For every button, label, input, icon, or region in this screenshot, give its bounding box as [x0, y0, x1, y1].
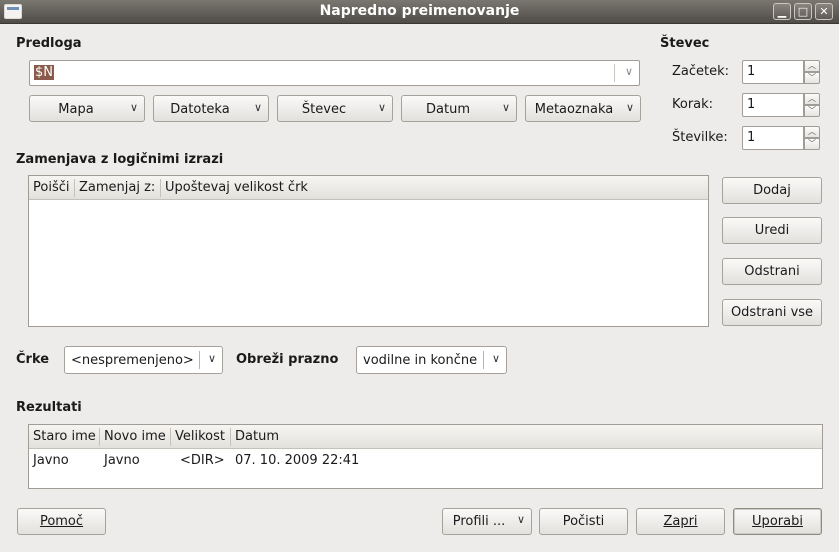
template-input[interactable]: $N: [34, 65, 54, 80]
increment-icon[interactable]: ︿: [804, 93, 820, 105]
remove-button-label: Odstrani: [744, 264, 800, 279]
chevron-down-icon: ∨: [377, 101, 386, 114]
date-button[interactable]: Datum ∨: [401, 95, 517, 122]
decrement-icon[interactable]: ﹀: [804, 105, 820, 117]
file-button[interactable]: Datoteka ∨: [153, 95, 269, 122]
metatag-button-label: Metaoznaka: [534, 102, 614, 117]
select-separator: [199, 351, 200, 369]
regex-heading: Zamenjava z logičnimi izrazi: [16, 152, 224, 167]
old-name-cell: Javno: [33, 453, 69, 468]
chevron-down-icon: ∨: [625, 101, 634, 114]
column-header-date[interactable]: Datum: [231, 428, 821, 446]
window-title: Napredno preimenovanje: [319, 3, 520, 19]
reset-button[interactable]: Počisti: [539, 508, 628, 535]
help-button-label: Pomoč: [39, 514, 84, 529]
chevron-down-icon: ∨: [253, 101, 262, 114]
regex-table-header: Poišči Zamenjaj z: Upoštevaj velikost čr…: [29, 176, 708, 200]
column-header-size[interactable]: Velikost: [171, 428, 231, 446]
results-table-header: Staro ime Novo ime Velikost Datum: [29, 425, 822, 449]
close-button[interactable]: Zapri: [636, 508, 725, 535]
profiles-button[interactable]: Profili ... ∨: [442, 508, 532, 535]
increment-icon[interactable]: ︿: [804, 126, 820, 138]
add-button[interactable]: Dodaj: [722, 177, 822, 204]
remove-all-button-label: Odstrani vse: [730, 305, 814, 320]
counter-heading: Števec: [660, 36, 710, 51]
digits-spinner[interactable]: 1 ︿ ﹀: [742, 126, 820, 150]
start-label: Začetek:: [672, 64, 730, 79]
select-separator: [483, 351, 484, 369]
trim-select-value: vodilne in končne: [363, 353, 478, 368]
column-header-case[interactable]: Upoštevaj velikost črk: [161, 179, 708, 197]
add-button-label: Dodaj: [753, 183, 791, 198]
apply-button-label: Uporabi: [752, 514, 803, 529]
decrement-icon[interactable]: ﹀: [804, 138, 820, 150]
chevron-down-icon: ∨: [516, 513, 525, 526]
case-label: Črke: [16, 352, 50, 367]
counter-button[interactable]: Števec ∨: [277, 95, 393, 122]
counter-button-label: Števec: [301, 102, 347, 117]
digits-input[interactable]: 1: [742, 126, 804, 150]
profiles-button-label: Profili ...: [452, 514, 506, 529]
new-name-cell: Javno: [104, 453, 140, 468]
start-input[interactable]: 1: [742, 60, 804, 84]
column-header-replace[interactable]: Zamenjaj z:: [75, 179, 161, 197]
remove-button[interactable]: Odstrani: [722, 258, 822, 285]
reset-button-label: Počisti: [562, 514, 605, 529]
trim-select[interactable]: vodilne in končne ∨: [356, 346, 507, 374]
chevron-down-icon[interactable]: ∨: [625, 65, 633, 78]
metatag-button[interactable]: Metaoznaka ∨: [525, 95, 641, 122]
trim-label: Obreži prazno: [236, 352, 339, 367]
regex-table[interactable]: Poišči Zamenjaj z: Upoštevaj velikost čr…: [28, 175, 709, 327]
remove-all-button[interactable]: Odstrani vse: [722, 299, 822, 326]
date-cell: 07. 10. 2009 22:41: [235, 453, 360, 468]
size-cell: <DIR>: [180, 453, 225, 468]
combo-separator: [614, 64, 615, 82]
column-header-new-name[interactable]: Novo ime: [100, 428, 171, 446]
template-combo[interactable]: $N ∨: [29, 60, 640, 86]
start-spinner[interactable]: 1 ︿ ﹀: [742, 60, 820, 84]
step-spinner[interactable]: 1 ︿ ﹀: [742, 93, 820, 117]
chevron-down-icon: ∨: [207, 352, 216, 365]
column-header-old-name[interactable]: Staro ime: [29, 428, 100, 446]
close-window-button[interactable]: ✕: [815, 3, 833, 20]
close-button-label: Zapri: [663, 514, 698, 529]
step-label: Korak:: [672, 97, 714, 112]
decrement-icon[interactable]: ﹀: [804, 72, 820, 84]
chevron-down-icon: ∨: [501, 101, 510, 114]
chevron-down-icon: ∨: [129, 101, 138, 114]
column-header-find[interactable]: Poišči: [29, 179, 75, 197]
help-button[interactable]: Pomoč: [17, 508, 106, 535]
folder-button[interactable]: Mapa ∨: [29, 95, 145, 122]
title-bar: Napredno preimenovanje ▁ □ ✕: [0, 0, 839, 24]
folder-button-label: Mapa: [58, 102, 94, 117]
step-input[interactable]: 1: [742, 93, 804, 117]
edit-button-label: Uredi: [754, 223, 790, 238]
file-button-label: Datoteka: [170, 102, 230, 117]
maximize-button[interactable]: □: [794, 3, 812, 20]
date-button-label: Datum: [426, 102, 470, 117]
results-table[interactable]: Staro ime Novo ime Velikost Datum Javno …: [28, 424, 823, 489]
case-select-value: <nespremenjeno>: [71, 353, 194, 368]
chevron-down-icon: ∨: [491, 352, 500, 365]
edit-button[interactable]: Uredi: [722, 217, 822, 244]
template-heading: Predloga: [16, 36, 82, 51]
apply-button[interactable]: Uporabi: [733, 508, 822, 535]
increment-icon[interactable]: ︿: [804, 60, 820, 72]
results-heading: Rezultati: [16, 400, 82, 415]
minimize-button[interactable]: ▁: [773, 3, 791, 20]
digits-label: Številke:: [672, 130, 728, 145]
case-select[interactable]: <nespremenjeno> ∨: [64, 346, 223, 374]
